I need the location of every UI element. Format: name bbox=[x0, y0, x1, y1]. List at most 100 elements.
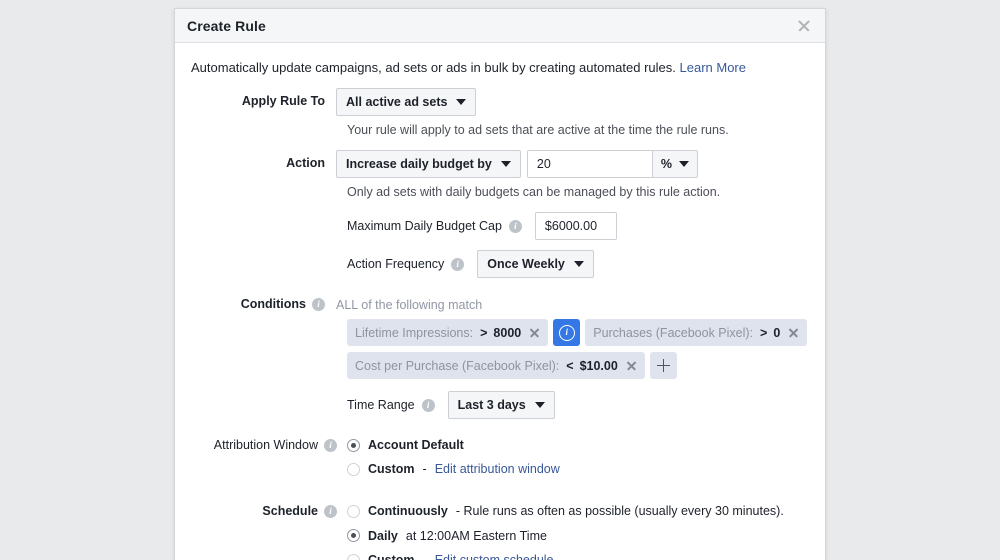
dialog-header: Create Rule bbox=[175, 9, 825, 43]
attribution-option-account-default[interactable]: Account Default bbox=[347, 433, 809, 457]
apply-rule-to-label: Apply Rule To bbox=[241, 94, 325, 108]
action-unit-value: % bbox=[660, 157, 673, 171]
option-label: Custom bbox=[368, 462, 415, 476]
option-rest: - bbox=[422, 462, 427, 476]
schedule-label: Schedule i bbox=[191, 499, 347, 518]
action-unit-dropdown[interactable]: % bbox=[651, 150, 699, 178]
attribution-window-label: Attribution Window i bbox=[191, 433, 347, 452]
learn-more-link[interactable]: Learn More bbox=[680, 60, 746, 75]
condition-metric: Lifetime Impressions: bbox=[355, 325, 474, 340]
chevron-down-icon bbox=[573, 261, 584, 267]
action-type-value: Increase daily budget by bbox=[346, 157, 492, 171]
apply-rule-to-value: All active ad sets bbox=[346, 95, 448, 109]
close-icon[interactable] bbox=[626, 360, 637, 371]
apply-rule-to-dropdown[interactable]: All active ad sets bbox=[336, 88, 477, 116]
condition-value: 8000 bbox=[493, 325, 522, 340]
action-frequency-row: Action Frequency i Once Weekly bbox=[347, 250, 809, 278]
condition-operator: > bbox=[480, 325, 488, 340]
info-icon[interactable]: i bbox=[421, 398, 435, 412]
schedule-option-continuously[interactable]: Continuously - Rule runs as often as pos… bbox=[347, 499, 809, 524]
option-label: Continuously bbox=[368, 504, 448, 519]
action-helper: Only ad sets with daily budgets can be m… bbox=[347, 185, 721, 199]
action-frequency-value: Once Weekly bbox=[487, 257, 565, 271]
time-range-value: Last 3 days bbox=[457, 398, 526, 412]
close-icon[interactable] bbox=[788, 327, 799, 338]
info-icon[interactable]: i bbox=[451, 257, 465, 271]
radio-button[interactable] bbox=[347, 529, 360, 543]
chevron-down-icon bbox=[679, 161, 690, 167]
add-condition-button[interactable] bbox=[649, 352, 677, 379]
conditions-match-field: ALL of the following match bbox=[336, 292, 809, 319]
option-label: Daily bbox=[368, 528, 398, 543]
schedule-options: Continuously - Rule runs as often as pos… bbox=[347, 499, 809, 560]
condition-chip[interactable]: Lifetime Impressions: > 8000 bbox=[347, 319, 549, 346]
conditions-label: Conditions i bbox=[191, 292, 336, 312]
close-icon[interactable] bbox=[795, 17, 813, 35]
intro-text: Automatically update campaigns, ad sets … bbox=[191, 59, 809, 76]
condition-line: Cost per Purchase (Facebook Pixel): < $1… bbox=[347, 352, 809, 379]
chevron-down-icon bbox=[456, 99, 467, 105]
action-amount-input[interactable] bbox=[526, 150, 652, 178]
info-icon-glyph: i bbox=[558, 324, 575, 341]
apply-rule-to-field: All active ad sets bbox=[336, 88, 809, 116]
schedule-option-daily[interactable]: Daily at 12:00AM Eastern Time bbox=[347, 524, 809, 549]
info-icon[interactable]: i bbox=[312, 298, 325, 311]
apply-rule-to-row: Apply Rule To All active ad sets bbox=[191, 88, 809, 116]
option-rest: at 12:00AM Eastern Time bbox=[405, 528, 547, 543]
radio-button[interactable] bbox=[347, 504, 360, 518]
option-rest: - Rule runs as often as possible (usuall… bbox=[455, 504, 784, 519]
attribution-window-label-text: Attribution Window bbox=[213, 438, 318, 452]
action-frequency-label: Action Frequency bbox=[347, 257, 445, 271]
condition-operator: < bbox=[566, 358, 574, 373]
schedule-row: Schedule i Continuously - Rule runs as o… bbox=[191, 499, 809, 560]
max-daily-budget-cap-row: Maximum Daily Budget Cap i bbox=[347, 212, 809, 240]
action-field: Increase daily budget by % bbox=[336, 150, 809, 178]
max-daily-budget-cap-label: Maximum Daily Budget Cap bbox=[347, 219, 502, 233]
condition-operator: > bbox=[760, 325, 768, 340]
close-icon[interactable] bbox=[529, 327, 540, 338]
action-frequency-dropdown[interactable]: Once Weekly bbox=[477, 250, 594, 278]
condition-value: $10.00 bbox=[579, 358, 618, 373]
condition-line: Lifetime Impressions: > 8000 i Purchases… bbox=[347, 319, 809, 346]
page-title: Create Rule bbox=[187, 17, 266, 34]
action-label: Action bbox=[286, 156, 325, 170]
create-rule-dialog: Create Rule Automatically update campaig… bbox=[174, 8, 826, 560]
attribution-option-custom[interactable]: Custom - Edit attribution window bbox=[347, 457, 809, 481]
conditions-row: Conditions i ALL of the following match bbox=[191, 292, 809, 319]
time-range-label: Time Range bbox=[347, 398, 415, 412]
option-rest: - bbox=[423, 553, 427, 560]
edit-attribution-window-link[interactable]: Edit attribution window bbox=[435, 462, 560, 476]
schedule-option-custom[interactable]: Custom - Edit custom schedule bbox=[347, 548, 809, 560]
radio-button[interactable] bbox=[347, 553, 360, 560]
dialog-body: Automatically update campaigns, ad sets … bbox=[175, 43, 825, 560]
option-label: Custom bbox=[368, 553, 415, 560]
condition-metric: Cost per Purchase (Facebook Pixel): bbox=[355, 358, 560, 373]
action-amount-group: % bbox=[526, 150, 699, 178]
chevron-down-icon bbox=[500, 161, 511, 167]
condition-metric: Purchases (Facebook Pixel): bbox=[593, 325, 754, 340]
edit-custom-schedule-link[interactable]: Edit custom schedule bbox=[435, 553, 554, 560]
apply-rule-to-helper: Your rule will apply to ad sets that are… bbox=[347, 123, 729, 137]
time-range-row: Time Range i Last 3 days bbox=[347, 391, 809, 419]
conditions-match-text: ALL of the following match bbox=[336, 298, 483, 312]
intro-sentence: Automatically update campaigns, ad sets … bbox=[191, 60, 676, 75]
info-icon[interactable]: i bbox=[324, 504, 337, 518]
attribution-window-options: Account Default Custom - Edit attributio… bbox=[347, 433, 809, 481]
time-range-dropdown[interactable]: Last 3 days bbox=[447, 391, 555, 419]
schedule-label-text: Schedule bbox=[262, 504, 318, 518]
chevron-down-icon bbox=[534, 402, 545, 408]
conditions-chip-area: Lifetime Impressions: > 8000 i Purchases… bbox=[347, 319, 809, 379]
action-row: Action Increase daily budget by % bbox=[191, 150, 809, 178]
condition-value: 0 bbox=[773, 325, 781, 340]
radio-button[interactable] bbox=[347, 438, 360, 452]
max-daily-budget-cap-input[interactable] bbox=[534, 212, 617, 240]
info-badge-icon[interactable]: i bbox=[553, 319, 581, 346]
condition-chip[interactable]: Purchases (Facebook Pixel): > 0 bbox=[585, 319, 808, 346]
attribution-window-row: Attribution Window i Account Default Cus… bbox=[191, 433, 809, 481]
info-icon[interactable]: i bbox=[508, 219, 522, 233]
conditions-label-text: Conditions bbox=[240, 297, 306, 311]
condition-chip[interactable]: Cost per Purchase (Facebook Pixel): < $1… bbox=[347, 352, 645, 379]
radio-button[interactable] bbox=[347, 462, 360, 476]
action-type-dropdown[interactable]: Increase daily budget by bbox=[336, 150, 521, 178]
info-icon[interactable]: i bbox=[324, 438, 337, 452]
